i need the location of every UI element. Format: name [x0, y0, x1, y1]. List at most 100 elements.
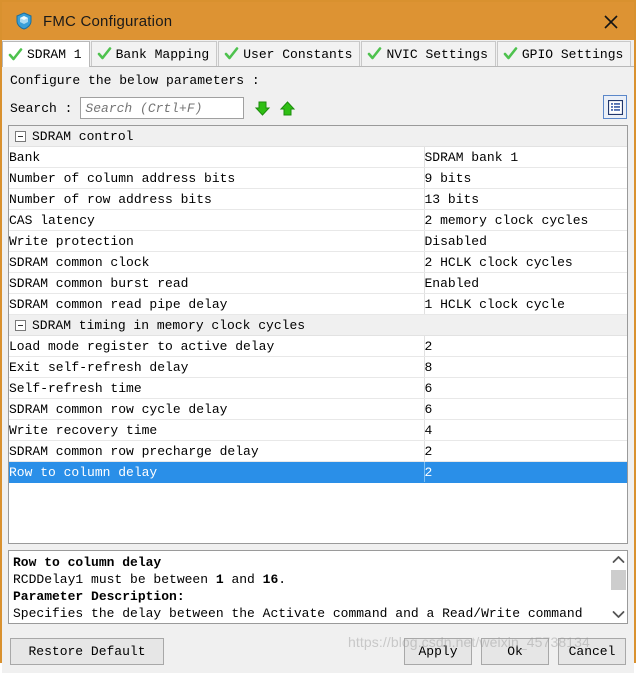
green-check-icon	[224, 47, 239, 61]
table-row[interactable]: SDRAM common burst read Enabled	[9, 272, 627, 294]
restore-default-button[interactable]: Restore Default	[10, 638, 164, 665]
table-group-row[interactable]: SDRAM control	[9, 126, 627, 147]
shield-icon	[15, 12, 33, 30]
chevron-up-icon[interactable]	[610, 551, 627, 568]
search-label: Search :	[10, 100, 73, 116]
group-label: SDRAM timing in memory clock cycles	[32, 317, 306, 333]
tab-label: Bank Mapping	[115, 46, 210, 62]
param-value[interactable]: 2	[423, 461, 627, 483]
tab-label: GPIO Settings	[521, 46, 624, 62]
param-name: Exit self-refresh delay	[9, 356, 424, 378]
param-name: SDRAM common burst read	[9, 272, 424, 294]
tab-sdram-1[interactable]: SDRAM 1	[2, 41, 90, 67]
table-row[interactable]: Bank SDRAM bank 1	[9, 146, 627, 168]
constraint-prefix: RCDDelay1 must be between	[13, 572, 216, 587]
cancel-button[interactable]: Cancel	[558, 638, 626, 665]
tab-bar: SDRAM 1 Bank Mapping User Constants NVIC…	[2, 40, 634, 67]
param-name: Bank	[9, 146, 424, 168]
param-name: Number of column address bits	[9, 167, 424, 189]
table-row[interactable]: Number of row address bits 13 bits	[9, 188, 627, 210]
collapse-icon[interactable]	[15, 130, 26, 142]
search-input[interactable]	[80, 97, 245, 119]
param-name: Write recovery time	[9, 419, 424, 441]
scrollbar-thumb[interactable]	[611, 570, 626, 590]
footer-bar: Restore Default Apply Ok Cancel	[2, 630, 634, 673]
description-scrollbar[interactable]	[609, 551, 627, 623]
apply-button[interactable]: Apply	[404, 638, 472, 665]
description-body: Specifies the delay between the Activate…	[13, 606, 583, 621]
close-icon[interactable]	[600, 11, 622, 33]
table-row[interactable]: SDRAM common read pipe delay 1 HCLK cloc…	[9, 293, 627, 315]
param-value[interactable]: 9 bits	[423, 167, 627, 189]
table-row[interactable]: SDRAM common row cycle delay 6	[9, 398, 627, 420]
param-value[interactable]: 6	[423, 377, 627, 399]
param-value[interactable]: 4	[423, 419, 627, 441]
table-group-row[interactable]: SDRAM timing in memory clock cycles	[9, 314, 627, 336]
description-text: Row to column delay RCDDelay1 must be be…	[9, 551, 609, 623]
instruction-text: Configure the below parameters :	[10, 73, 260, 88]
description-title: Row to column delay	[13, 555, 162, 570]
tab-nvic-settings[interactable]: NVIC Settings	[361, 41, 496, 66]
table-row[interactable]: SDRAM common clock 2 HCLK clock cycles	[9, 251, 627, 273]
table-row[interactable]: Number of column address bits 9 bits	[9, 167, 627, 189]
param-value[interactable]: 13 bits	[423, 188, 627, 210]
constraint-min: 1	[215, 572, 224, 587]
param-name: CAS latency	[9, 209, 424, 231]
table-row[interactable]: Load mode register to active delay 2	[9, 335, 627, 357]
param-name: SDRAM common read pipe delay	[9, 293, 424, 315]
title-bar: FMC Configuration	[2, 2, 634, 40]
param-name: Load mode register to active delay	[9, 335, 424, 357]
param-value[interactable]: 8	[423, 356, 627, 378]
ok-button[interactable]: Ok	[481, 638, 549, 665]
param-value[interactable]: 2	[423, 335, 627, 357]
list-view-icon[interactable]	[603, 95, 627, 119]
table-body: SDRAM control Bank SDRAM bank 1 Number o…	[9, 126, 627, 543]
green-check-icon	[8, 47, 23, 62]
arrow-up-icon[interactable]	[279, 100, 296, 117]
param-name: SDRAM common row cycle delay	[9, 398, 424, 420]
param-value[interactable]: Enabled	[423, 272, 627, 294]
tab-user-constants[interactable]: User Constants	[218, 41, 361, 66]
fmc-configuration-window: FMC Configuration SDRAM 1 Bank Mapping U…	[0, 0, 636, 673]
table-row[interactable]: Write recovery time 4	[9, 419, 627, 441]
arrow-down-icon[interactable]	[254, 100, 271, 117]
param-value[interactable]: SDRAM bank 1	[423, 146, 627, 168]
window-title: FMC Configuration	[43, 12, 173, 30]
param-name: Row to column delay	[9, 461, 424, 483]
green-check-icon	[367, 47, 382, 61]
table-row[interactable]: Exit self-refresh delay 8	[9, 356, 627, 378]
param-value[interactable]: 1 HCLK clock cycle	[423, 293, 627, 315]
description-section-heading: Parameter Description:	[13, 589, 185, 604]
search-row: Search :	[8, 91, 628, 125]
param-value[interactable]: 2	[423, 440, 627, 462]
chevron-down-icon[interactable]	[610, 606, 627, 623]
param-name: Write protection	[9, 230, 424, 252]
tab-label: NVIC Settings	[386, 46, 488, 62]
param-name: SDRAM common clock	[9, 251, 424, 273]
tab-bank-mapping[interactable]: Bank Mapping	[90, 41, 218, 66]
tab-label: SDRAM 1	[27, 47, 82, 62]
param-name: SDRAM common row precharge delay	[9, 440, 424, 462]
param-name: Number of row address bits	[9, 188, 424, 210]
group-label: SDRAM control	[32, 128, 134, 144]
param-value[interactable]: 2 memory clock cycles	[423, 209, 627, 231]
param-value[interactable]: Disabled	[423, 230, 627, 252]
param-value[interactable]: 6	[423, 398, 627, 420]
table-row[interactable]: CAS latency 2 memory clock cycles	[9, 209, 627, 231]
constraint-suffix: .	[278, 572, 287, 587]
description-constraint: RCDDelay1 must be between 1 and 16.	[13, 571, 605, 588]
param-value[interactable]: 2 HCLK clock cycles	[423, 251, 627, 273]
description-panel: Row to column delay RCDDelay1 must be be…	[8, 550, 628, 624]
tab-label: User Constants	[243, 46, 353, 62]
content-area: Configure the below parameters : Search …	[2, 67, 634, 630]
collapse-icon[interactable]	[15, 319, 26, 331]
table-row[interactable]: SDRAM common row precharge delay 2	[9, 440, 627, 462]
table-row[interactable]: Self-refresh time 6	[9, 377, 627, 399]
parameter-table[interactable]: SDRAM control Bank SDRAM bank 1 Number o…	[8, 125, 628, 544]
tab-gpio-settings[interactable]: GPIO Settings	[496, 41, 632, 66]
table-row-selected[interactable]: Row to column delay 2	[9, 461, 627, 483]
table-row[interactable]: Write protection Disabled	[9, 230, 627, 252]
green-check-icon	[503, 47, 518, 61]
green-check-icon	[97, 47, 112, 61]
constraint-max: 16	[262, 572, 279, 587]
